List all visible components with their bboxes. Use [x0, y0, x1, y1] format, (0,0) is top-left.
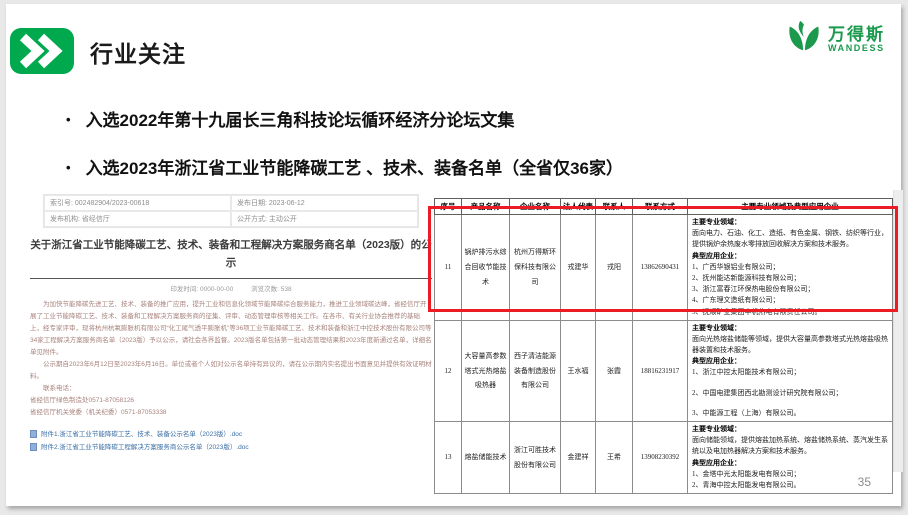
legal-rep: 金建祥 [561, 422, 596, 494]
attachment-link[interactable]: 附件1.浙江省工业节能降碳工艺、技术、装备公示名单（2023版）.doc [30, 428, 432, 441]
table-row: 12大容量高参数塔式光热熔盐吸热器西子清洁能源装备制造股份有限公司王水福张霞18… [435, 320, 893, 421]
double-chevron-icon [10, 28, 74, 74]
attachment-label: 附件1.浙江省工业节能降碳工艺、技术、装备公示名单（2023版）.doc [41, 428, 242, 441]
doc-views: 浏览次数: 538 [251, 286, 291, 293]
legal-rep: 戎建华 [561, 215, 596, 321]
table-header-cell: 主要专业领域及典型应用企业 [688, 199, 893, 215]
bullet-dot-icon: • [66, 160, 71, 175]
page-title: 行业关注 [90, 35, 186, 69]
bullet-list: • 入选2022年第十九届长三角科技论坛循环经济分论坛文集 • 入选2023年浙江省工… [66, 106, 846, 202]
table-body: 11锅炉排污水综合回收节能技术杭州万得斯环保科技有限公司戎建华戎阳1386269… [435, 215, 893, 494]
doc-meta-cell: 公开方式: 主动公开 [231, 211, 418, 227]
application-item: 4、广东理文造纸有限公司； [692, 295, 888, 306]
product-name: 大容量高参数塔式光热熔盐吸热器 [462, 320, 510, 421]
wandess-leaf-icon [785, 18, 823, 61]
table-header-cell: 序号 [435, 199, 462, 215]
doc-meta-grid: 索引号: 002482904/2023-00618发布日期: 2023-06-1… [43, 194, 419, 228]
doc-paragraph: 省经信厅绿色制造处0571-87058126 [30, 395, 432, 407]
table-header-cell: 联系方式 [633, 199, 688, 215]
legal-rep: 王水福 [561, 320, 596, 421]
contact-name: 戎阳 [596, 215, 633, 321]
table-header-cell: 企业名称 [510, 199, 561, 215]
bullet-text: 入选2022年第十九届长三角科技论坛循环经济分论坛文集 [86, 106, 515, 131]
application-item: 1、浙江中控太阳能技术有限公司； [692, 367, 888, 378]
doc-print-time: 印发时间: 0000-00-00 [170, 286, 233, 293]
doc-stats: 印发时间: 0000-00-00 浏览次数: 538 [30, 283, 432, 293]
contact-phone: 13862690431 [633, 215, 688, 321]
field-label: 主要专业领域： [692, 217, 888, 228]
application-item: 5、抚顺矿业集团中机热电有限责任公司。 [692, 307, 888, 318]
product-name: 熔盐储能技术 [462, 422, 510, 494]
field-text: 面向光热熔盐储能等领域，提供大容量高参数塔式光热熔盐吸热器装置和技术服务。 [692, 334, 888, 356]
product-name: 锅炉排污水综合回收节能技术 [462, 215, 510, 321]
table-header-cell: 产品名称 [462, 199, 510, 215]
application-item: 3、浙江富春江环保热电股份有限公司； [692, 284, 888, 295]
doc-paragraph: 公示期自2023年6月12日至2023年6月16日。单位或者个人如对公示名单持有… [30, 359, 432, 383]
bullet-item: • 入选2023年浙江省工业节能降碳工艺 、技术、装备名单（全省仅36家） [66, 154, 846, 179]
field-and-applications: 主要专业领域：面向光热熔盐储能等领域，提供大容量高参数塔式光热熔盐吸热器装置和技… [688, 320, 893, 421]
field-and-applications: 主要专业领域：面向电力、石油、化工、造纸、有色金属、钢铁、纺织等行业，提供锅炉余… [688, 215, 893, 321]
company-name: 杭州万得斯环保科技有限公司 [510, 215, 561, 321]
doc-attachments: 附件1.浙江省工业节能降碳工艺、技术、装备公示名单（2023版）.doc附件2.… [30, 428, 432, 454]
bullet-dot-icon: • [66, 112, 71, 127]
slide: 行业关注 万得斯 WANDESS • 入选2022年第十九届长三角科技论坛循环经济… [6, 4, 901, 506]
field-label: 主要专业领域： [692, 323, 888, 334]
bullet-text: 入选2023年浙江省工业节能降碳工艺 、技术、装备名单（全省仅36家） [86, 154, 623, 179]
row-no: 13 [435, 422, 462, 494]
contact-name: 王希 [596, 422, 633, 494]
doc-paragraph: 联系电话： [30, 383, 432, 395]
applications-label: 典型应用企业： [692, 458, 888, 469]
doc-meta-cell: 发布机构: 省经信厅 [44, 211, 231, 227]
contact-name: 张霞 [596, 320, 633, 421]
company-logo: 万得斯 WANDESS [785, 18, 885, 61]
doc-paragraph: 为加快节能降碳先进工艺、技术、装备的推广应用，提升工业和信息化领域节能降碳综合服… [30, 299, 432, 359]
row-no: 11 [435, 215, 462, 321]
doc-body: 为加快节能降碳先进工艺、技术、装备的推广应用，提升工业和信息化领域节能降碳综合服… [30, 299, 432, 419]
doc-file-icon [30, 430, 37, 438]
doc-file-icon [30, 443, 37, 451]
supplier-table-panel: 序号产品名称企业名称法人代表联系人联系方式主要专业领域及典型应用企业 11锅炉排… [434, 198, 894, 494]
doc-meta-cell: 发布日期: 2023-06-12 [231, 195, 418, 211]
field-text: 面向储能领域，提供熔盐加热系统、熔盐储热系统、蒸汽发生系统以及电加热器解决方案和… [692, 435, 888, 457]
table-header-cell: 法人代表 [561, 199, 596, 215]
table-header-row: 序号产品名称企业名称法人代表联系人联系方式主要专业领域及典型应用企业 [435, 199, 893, 215]
attachment-link[interactable]: 附件2.浙江省工业节能降碳工程解决方案服务商公示名单（2023版）.doc [30, 441, 432, 454]
application-item: 3、中能源工程（上海）有限公司。 [692, 408, 888, 419]
field-text: 面向电力、石油、化工、造纸、有色金属、钢铁、纺织等行业，提供锅炉余热废水零排放回… [692, 228, 888, 250]
supplier-table: 序号产品名称企业名称法人代表联系人联系方式主要专业领域及典型应用企业 11锅炉排… [434, 198, 893, 494]
application-item: 2、抚州能达新能源科技有限公司； [692, 273, 888, 284]
embedded-scrollbar[interactable] [893, 190, 903, 472]
applications-label: 典型应用企业： [692, 251, 888, 262]
doc-meta-cell: 索引号: 002482904/2023-00618 [44, 195, 231, 211]
field-label: 主要专业领域： [692, 424, 888, 435]
doc-paragraph: 省经信厅机关党委（机关纪委）0571-87053338 [30, 407, 432, 419]
company-name: 西子清洁能源装备制造股份有限公司 [510, 320, 561, 421]
doc-title: 关于浙江省工业节能降碳工艺、技术、装备和工程解决方案服务商名单（2023版）的公… [30, 236, 432, 273]
application-item: 2、中国电建集团西北勘测设计研究院有限公司； [692, 388, 888, 399]
row-no: 12 [435, 320, 462, 421]
slide-page-number: 35 [858, 475, 871, 489]
logo-name-cn: 万得斯 [828, 26, 885, 44]
applications-label: 典型应用企业： [692, 356, 888, 367]
doc-divider [30, 278, 432, 279]
table-row: 13熔盐储能技术浙江可胜技术股份有限公司金建祥王希13908230392 主要专业… [435, 422, 893, 494]
announcement-document: 索引号: 002482904/2023-00618发布日期: 2023-06-1… [30, 194, 432, 454]
contact-phone: 18816231917 [633, 320, 688, 421]
bullet-item: • 入选2022年第十九届长三角科技论坛循环经济分论坛文集 [66, 106, 846, 131]
logo-name-en: WANDESS [828, 44, 885, 53]
company-name: 浙江可胜技术股份有限公司 [510, 422, 561, 494]
application-item: 1、广西华银铝业有限公司； [692, 262, 888, 273]
contact-phone: 13908230392 [633, 422, 688, 494]
attachment-label: 附件2.浙江省工业节能降碳工程解决方案服务商公示名单（2023版）.doc [41, 441, 249, 454]
table-row: 11锅炉排污水综合回收节能技术杭州万得斯环保科技有限公司戎建华戎阳1386269… [435, 215, 893, 321]
table-header-cell: 联系人 [596, 199, 633, 215]
